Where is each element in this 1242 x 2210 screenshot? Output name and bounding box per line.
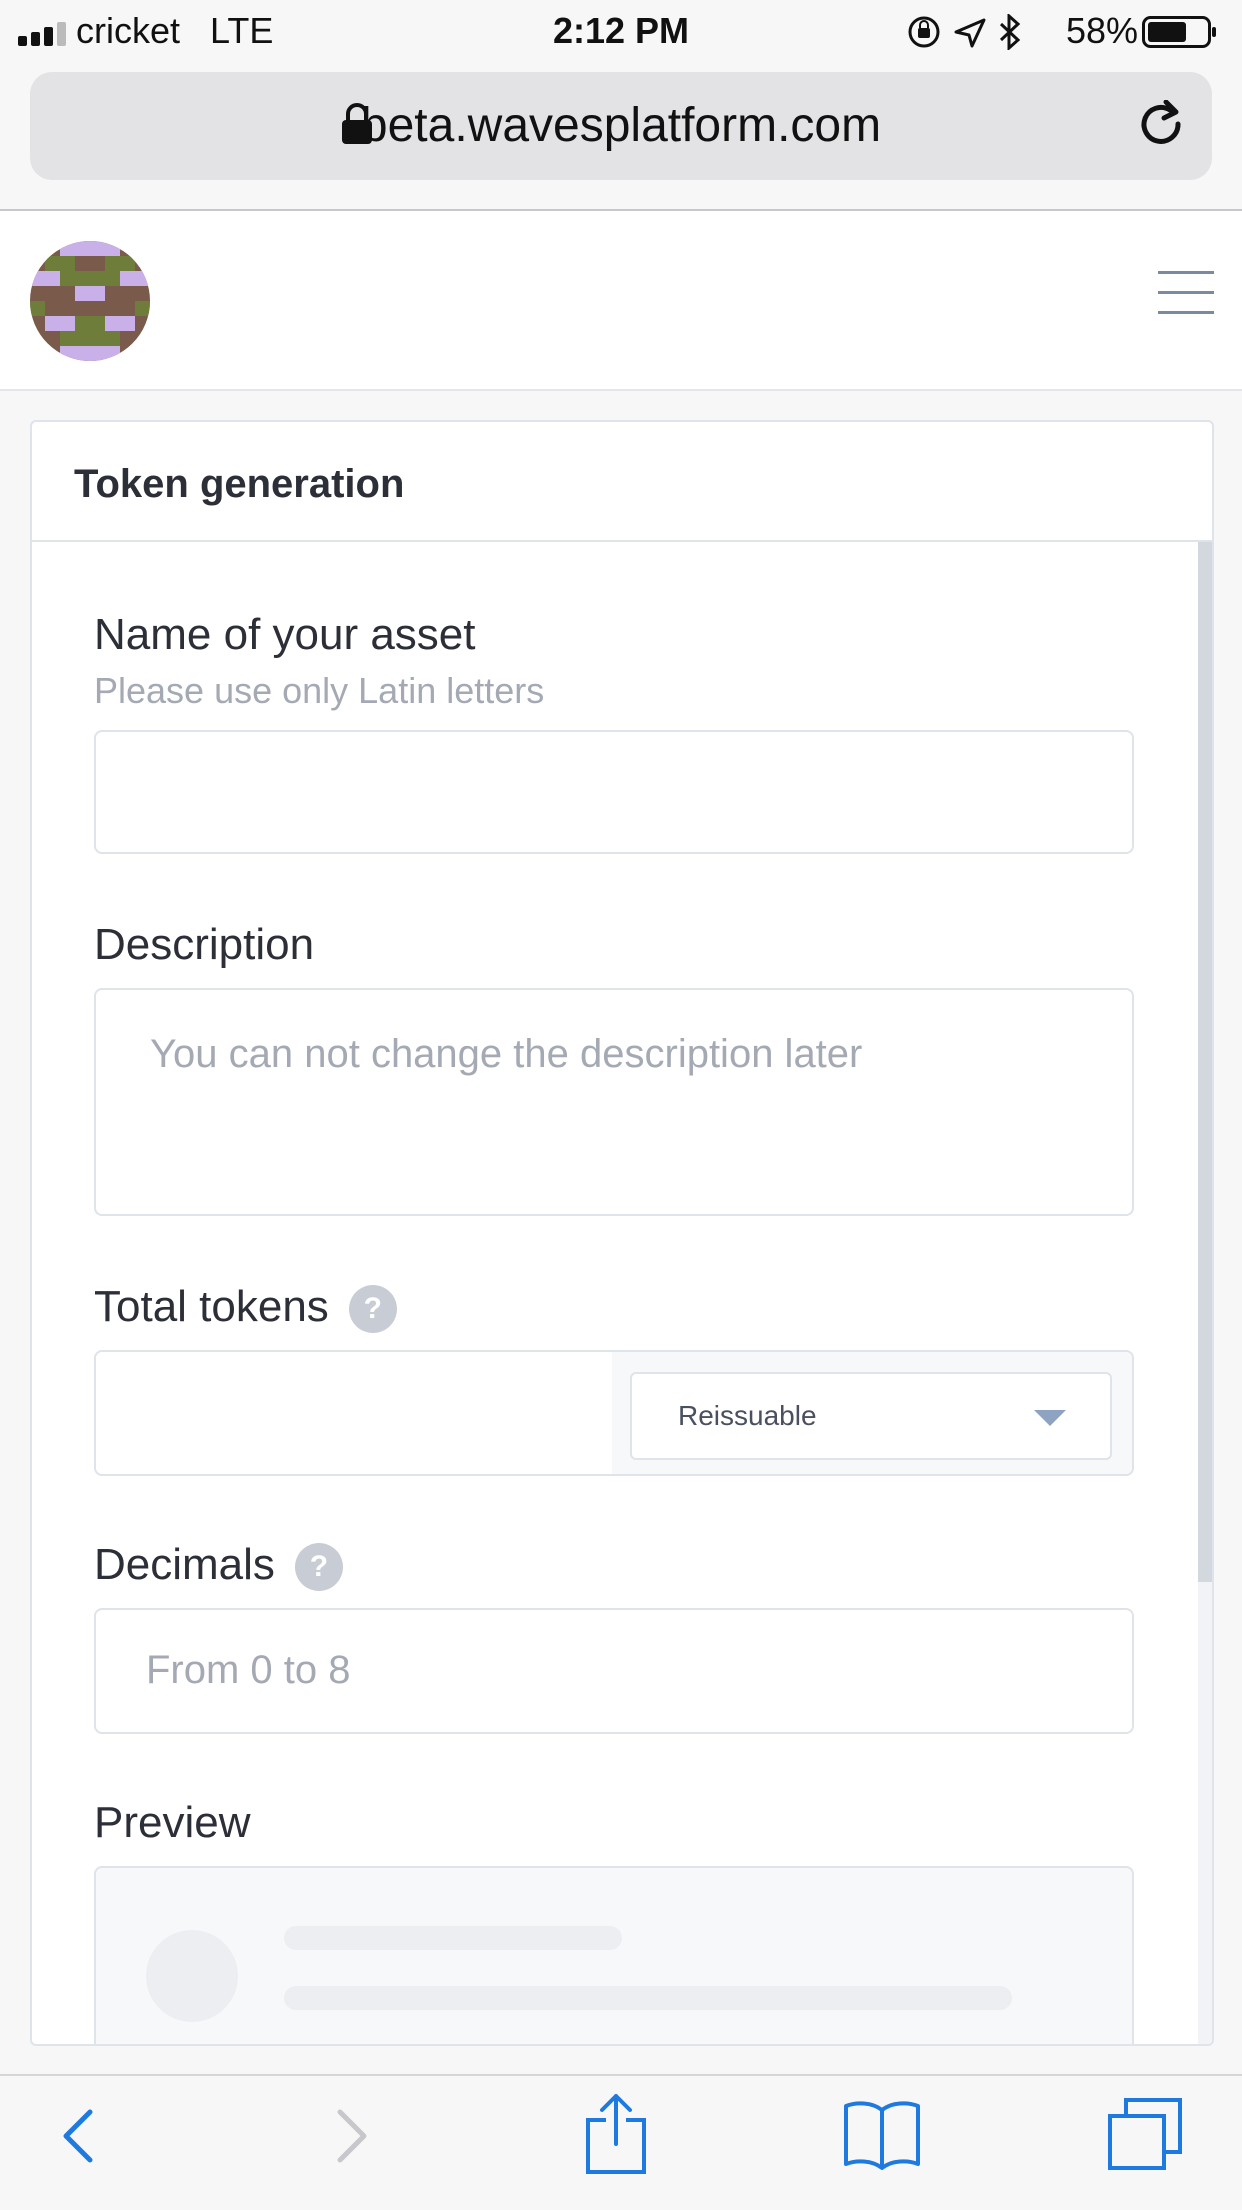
bluetooth-icon xyxy=(999,14,1021,50)
tabs-icon[interactable] xyxy=(1106,2096,1184,2172)
total-tokens-label-row: Total tokens? xyxy=(94,1282,397,1334)
description-label: Description xyxy=(94,920,315,969)
orientation-lock-icon xyxy=(908,16,940,48)
help-icon[interactable]: ? xyxy=(294,1543,343,1592)
decimals-label-row: Decimals? xyxy=(94,1540,343,1592)
card-title: Token generation xyxy=(74,462,405,506)
battery-percent: 58% xyxy=(1065,10,1138,51)
avatar[interactable] xyxy=(30,241,150,361)
scrollbar-thumb[interactable] xyxy=(1198,542,1212,1582)
preview-label: Preview xyxy=(94,1798,251,1847)
token-generation-card: Token generation Name of your asset Plea… xyxy=(30,420,1214,2046)
total-tokens-input[interactable] xyxy=(96,1352,616,1474)
url-text[interactable]: beta.wavesplatform.com xyxy=(30,98,1212,153)
token-preview xyxy=(94,1866,1134,2044)
asset-name-hint: Please use only Latin letters xyxy=(94,670,545,711)
preview-title-placeholder xyxy=(284,1926,622,1950)
forward-icon[interactable] xyxy=(330,2104,374,2168)
help-icon[interactable]: ? xyxy=(348,1285,397,1334)
description-textarea[interactable]: You can not change the description later xyxy=(94,988,1134,1216)
location-icon xyxy=(954,18,986,48)
back-icon[interactable] xyxy=(56,2104,100,2168)
reload-icon[interactable] xyxy=(1138,100,1188,154)
decimals-label: Decimals xyxy=(94,1540,275,1589)
description-placeholder: You can not change the description later xyxy=(150,1032,863,1076)
preview-avatar-placeholder xyxy=(146,1930,238,2022)
menu-icon[interactable] xyxy=(1158,271,1214,315)
card-title-divider xyxy=(32,540,1212,542)
reissue-select-area: Reissuable xyxy=(612,1352,1132,1474)
asset-name-input[interactable] xyxy=(94,730,1134,854)
status-bar: cricket LTE 2:12 PM 58% xyxy=(0,0,1242,62)
status-icons xyxy=(908,14,1021,50)
decimals-input[interactable]: From 0 to 8 xyxy=(94,1608,1134,1734)
battery-icon xyxy=(1142,16,1216,48)
total-tokens-field: Reissuable xyxy=(94,1350,1134,1476)
reissue-select[interactable]: Reissuable xyxy=(630,1372,1112,1460)
reissue-select-value: Reissuable xyxy=(678,1400,817,1431)
app-header xyxy=(0,211,1242,391)
chevron-down-icon xyxy=(1034,1410,1066,1426)
total-tokens-label: Total tokens xyxy=(94,1282,329,1331)
address-bar[interactable]: beta.wavesplatform.com xyxy=(30,72,1212,180)
decimals-placeholder: From 0 to 8 xyxy=(146,1648,351,1692)
asset-name-label: Name of your asset xyxy=(94,610,476,659)
browser-toolbar xyxy=(0,2074,1242,2210)
share-icon[interactable] xyxy=(584,2092,648,2176)
preview-text-placeholder xyxy=(284,1986,1012,2010)
clock: 2:12 PM xyxy=(552,10,690,51)
bookmarks-icon[interactable] xyxy=(842,2098,922,2170)
